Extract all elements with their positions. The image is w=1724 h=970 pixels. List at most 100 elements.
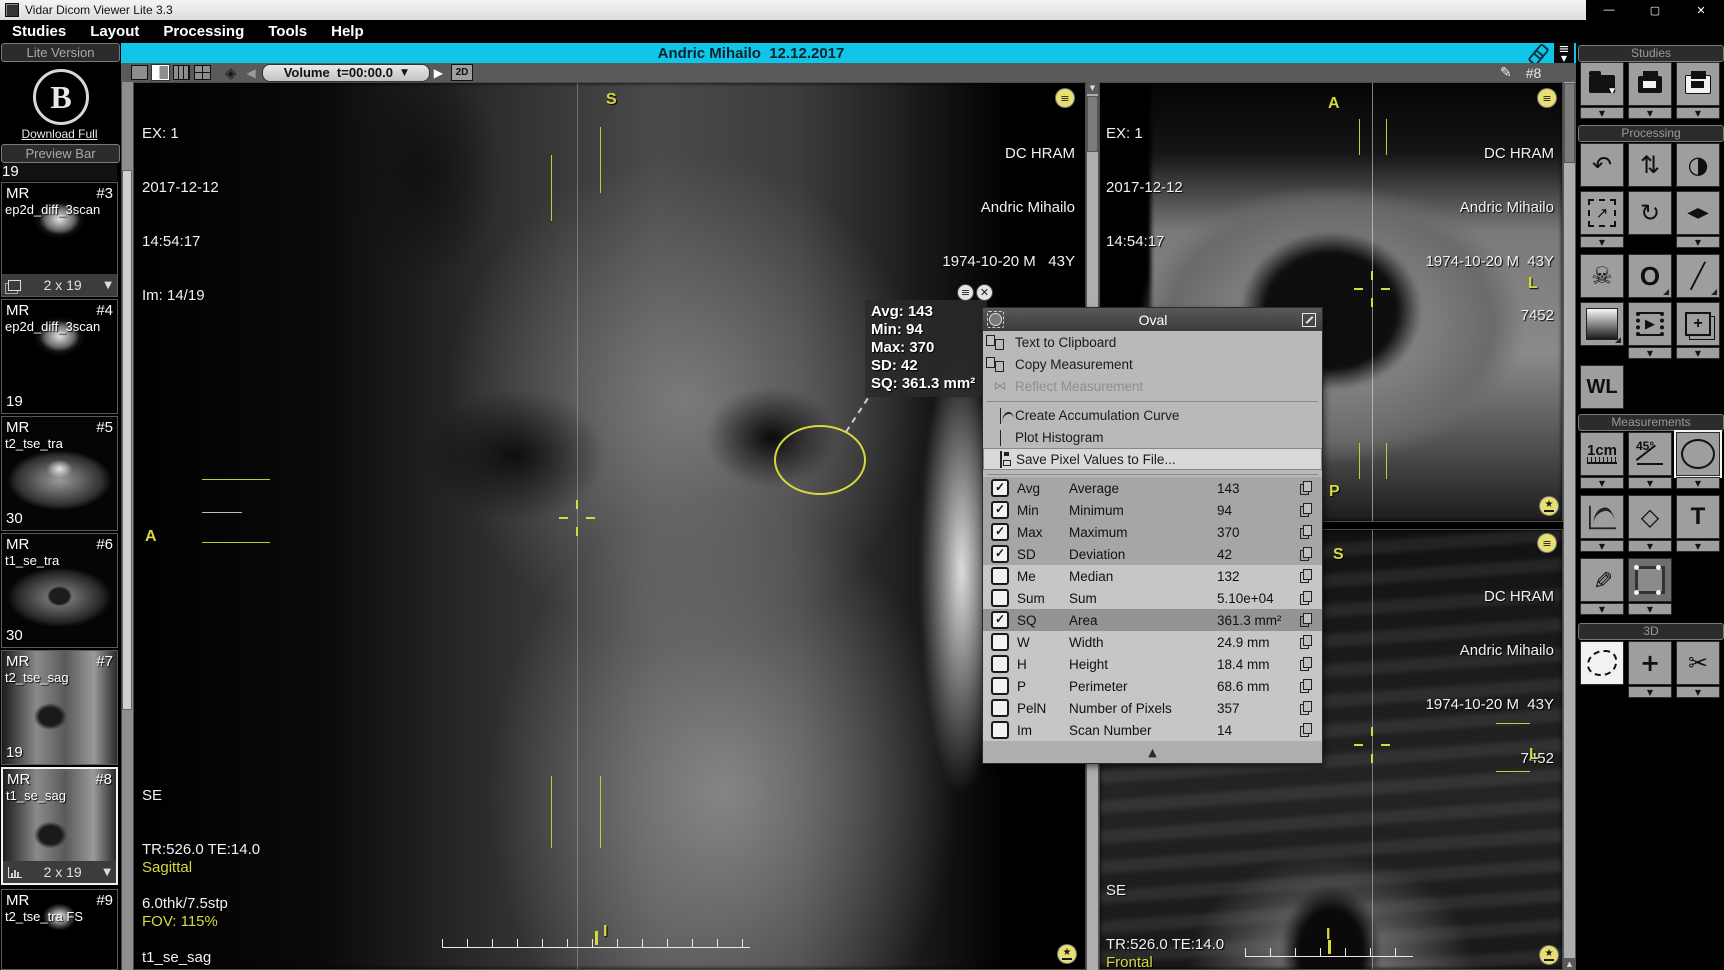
resize-button[interactable]: ↗ bbox=[1580, 191, 1624, 235]
print-alt-button[interactable] bbox=[1676, 62, 1720, 106]
menu-tools[interactable]: Tools bbox=[256, 23, 319, 40]
chevron-down-icon[interactable]: ▼ bbox=[103, 867, 111, 878]
angle-tool-button[interactable]: 45° bbox=[1628, 432, 1672, 476]
layout-columns-icon[interactable] bbox=[173, 65, 190, 80]
copy-value-icon[interactable] bbox=[1300, 613, 1312, 627]
stat-row-sum[interactable]: Sum Sum 5.10e+04 bbox=[983, 587, 1322, 609]
tooltip-menu-icon[interactable]: ≡ bbox=[957, 284, 974, 301]
checkbox[interactable]: ✓ bbox=[991, 523, 1009, 541]
sidebar-scrollbar-thumb[interactable] bbox=[122, 170, 132, 710]
axes-3d-dropdown[interactable]: ▼ bbox=[1628, 686, 1672, 698]
crosshair[interactable] bbox=[559, 500, 595, 536]
menu-layout[interactable]: Layout bbox=[78, 23, 151, 40]
quadrant-scrollbar[interactable]: ▲ bbox=[1563, 82, 1576, 970]
cine-dropdown[interactable]: ▼ bbox=[1628, 347, 1672, 359]
flip-button[interactable]: ◀▶ bbox=[1676, 191, 1720, 235]
series-thumbnail-8-selected[interactable]: MR#8 t1_se_sag 2 x 19 ▼ bbox=[1, 767, 118, 885]
series-thumbnail-3[interactable]: MR#3 ep2d_diff_3scan 2 x 19 ▼ bbox=[1, 182, 118, 297]
menu-item-text-to-clipboard[interactable]: Text to Clipboard bbox=[983, 331, 1322, 353]
checkbox[interactable] bbox=[991, 633, 1009, 651]
print-dropdown[interactable]: ▼ bbox=[1628, 107, 1672, 119]
tooltip-close-icon[interactable]: ✕ bbox=[976, 284, 993, 301]
stat-row-area[interactable]: ✓ SQ Area 361.3 mm² bbox=[983, 609, 1322, 631]
window-level-button[interactable]: WL bbox=[1580, 365, 1624, 409]
text-dropdown[interactable]: ▼ bbox=[1676, 540, 1720, 552]
undo-button[interactable]: ↶ bbox=[1580, 143, 1624, 187]
copy-value-icon[interactable] bbox=[1300, 547, 1312, 561]
layout-grid-icon[interactable] bbox=[194, 65, 211, 80]
checkbox[interactable] bbox=[991, 721, 1009, 739]
menu-item-create-accumulation-curve[interactable]: Create Accumulation Curve bbox=[983, 404, 1322, 426]
probe-dropdown[interactable]: ▼ bbox=[1580, 603, 1624, 615]
open-study-dropdown[interactable]: ▼ bbox=[1580, 107, 1624, 119]
menu-item-copy-measurement[interactable]: Copy Measurement bbox=[983, 353, 1322, 375]
menu-studies[interactable]: Studies bbox=[0, 23, 78, 40]
resize-dropdown[interactable]: ▼ bbox=[1580, 236, 1624, 248]
crosshair[interactable] bbox=[1354, 271, 1390, 307]
copy-value-icon[interactable] bbox=[1300, 569, 1312, 583]
window-contrast-button[interactable]: ◑ bbox=[1676, 143, 1720, 187]
menu-collapse-button[interactable]: ▲ bbox=[983, 741, 1322, 763]
menu-help[interactable]: Help bbox=[319, 23, 376, 40]
copy-value-icon[interactable] bbox=[1300, 525, 1312, 539]
mip-skull-button[interactable]: ☠ bbox=[1580, 254, 1624, 298]
series-thumbnail-6[interactable]: MR#6 t1_se_tra 30 bbox=[1, 533, 118, 648]
bone-cut-button[interactable]: ✂ bbox=[1676, 641, 1720, 685]
chevron-down-icon[interactable]: ▼ bbox=[104, 280, 112, 291]
checkbox[interactable]: ✓ bbox=[991, 479, 1009, 497]
polygon-tool-button[interactable]: ◇ bbox=[1628, 495, 1672, 539]
edit-wand-icon[interactable]: ✎ bbox=[1500, 65, 1512, 81]
freehand-3d-button[interactable] bbox=[1580, 641, 1624, 685]
layout-single-icon[interactable] bbox=[131, 65, 148, 80]
open-study-button[interactable] bbox=[1580, 62, 1624, 106]
copy-value-icon[interactable] bbox=[1300, 635, 1312, 649]
oval-roi[interactable] bbox=[774, 425, 866, 495]
scroll-up-button[interactable]: ▲ bbox=[1564, 958, 1575, 970]
stat-row-max[interactable]: ✓ Max Maximum 370 bbox=[983, 521, 1322, 543]
mode-2d-button[interactable]: 2D bbox=[451, 64, 473, 81]
line-profile-button[interactable]: ╱ bbox=[1676, 254, 1720, 298]
next-volume-button[interactable]: ▶ bbox=[434, 66, 443, 80]
copy-value-icon[interactable] bbox=[1300, 503, 1312, 517]
thumbnail-stack-footer[interactable]: 2 x 19 ▼ bbox=[3, 861, 116, 883]
text-annotation-button[interactable]: T bbox=[1676, 495, 1720, 539]
series-save-icon[interactable]: ≡ bbox=[1538, 534, 1556, 552]
copy-value-icon[interactable] bbox=[1300, 679, 1312, 693]
checkbox[interactable]: ✓ bbox=[991, 545, 1009, 563]
series-save-icon[interactable]: ≡ bbox=[1056, 89, 1074, 107]
stat-row-avg[interactable]: ✓ Avg Average 143 bbox=[983, 477, 1322, 499]
stat-row-pixel-count[interactable]: PelN Number of Pixels 357 bbox=[983, 697, 1322, 719]
volume-dropdown[interactable]: Volume t=00:00.0▼ bbox=[262, 64, 430, 82]
banner-menu-icon[interactable]: ≡▼ bbox=[1554, 43, 1574, 63]
oval-roi-tool-button[interactable] bbox=[1676, 432, 1720, 476]
polygon-dropdown[interactable]: ▼ bbox=[1628, 540, 1672, 552]
checkbox[interactable]: ✓ bbox=[991, 501, 1009, 519]
checkbox[interactable]: ✓ bbox=[991, 611, 1009, 629]
copy-value-icon[interactable] bbox=[1300, 657, 1312, 671]
layout-split-icon[interactable] bbox=[152, 65, 169, 80]
copy-value-icon[interactable] bbox=[1300, 701, 1312, 715]
add-overlay-button[interactable]: + bbox=[1676, 302, 1720, 346]
stat-row-perimeter[interactable]: P Perimeter 68.6 mm bbox=[983, 675, 1322, 697]
bone-cut-dropdown[interactable]: ▼ bbox=[1676, 686, 1720, 698]
series-thumbnail-5[interactable]: MR#5 t2_tse_tra 30 bbox=[1, 416, 118, 531]
stat-row-sd[interactable]: ✓ SD Deviation 42 bbox=[983, 543, 1322, 565]
series-thumbnail-9[interactable]: MR#9 t2_tse_tra FS bbox=[1, 889, 118, 970]
crosshair[interactable] bbox=[1354, 727, 1390, 763]
menu-processing[interactable]: Processing bbox=[151, 23, 256, 40]
checkbox[interactable] bbox=[991, 677, 1009, 695]
prev-volume-button[interactable]: ◀ bbox=[247, 66, 256, 80]
invert-button[interactable]: O bbox=[1628, 254, 1672, 298]
copy-value-icon[interactable] bbox=[1300, 481, 1312, 495]
ruler-dropdown[interactable]: ▼ bbox=[1580, 477, 1624, 489]
checkbox[interactable] bbox=[991, 567, 1009, 585]
reorder-button[interactable]: ⇅ bbox=[1628, 143, 1672, 187]
maximize-button[interactable]: ▢ bbox=[1632, 0, 1678, 20]
pixel-probe-button[interactable]: ✎ bbox=[1580, 558, 1624, 602]
oval-dropdown[interactable]: ▼ bbox=[1676, 477, 1720, 489]
key-image-icon[interactable]: ★ bbox=[1540, 946, 1558, 964]
close-button[interactable]: ✕ bbox=[1678, 0, 1724, 20]
stat-row-width[interactable]: W Width 24.9 mm bbox=[983, 631, 1322, 653]
key-image-icon[interactable]: ★ bbox=[1540, 497, 1558, 515]
curve-dropdown[interactable]: ▼ bbox=[1580, 540, 1624, 552]
